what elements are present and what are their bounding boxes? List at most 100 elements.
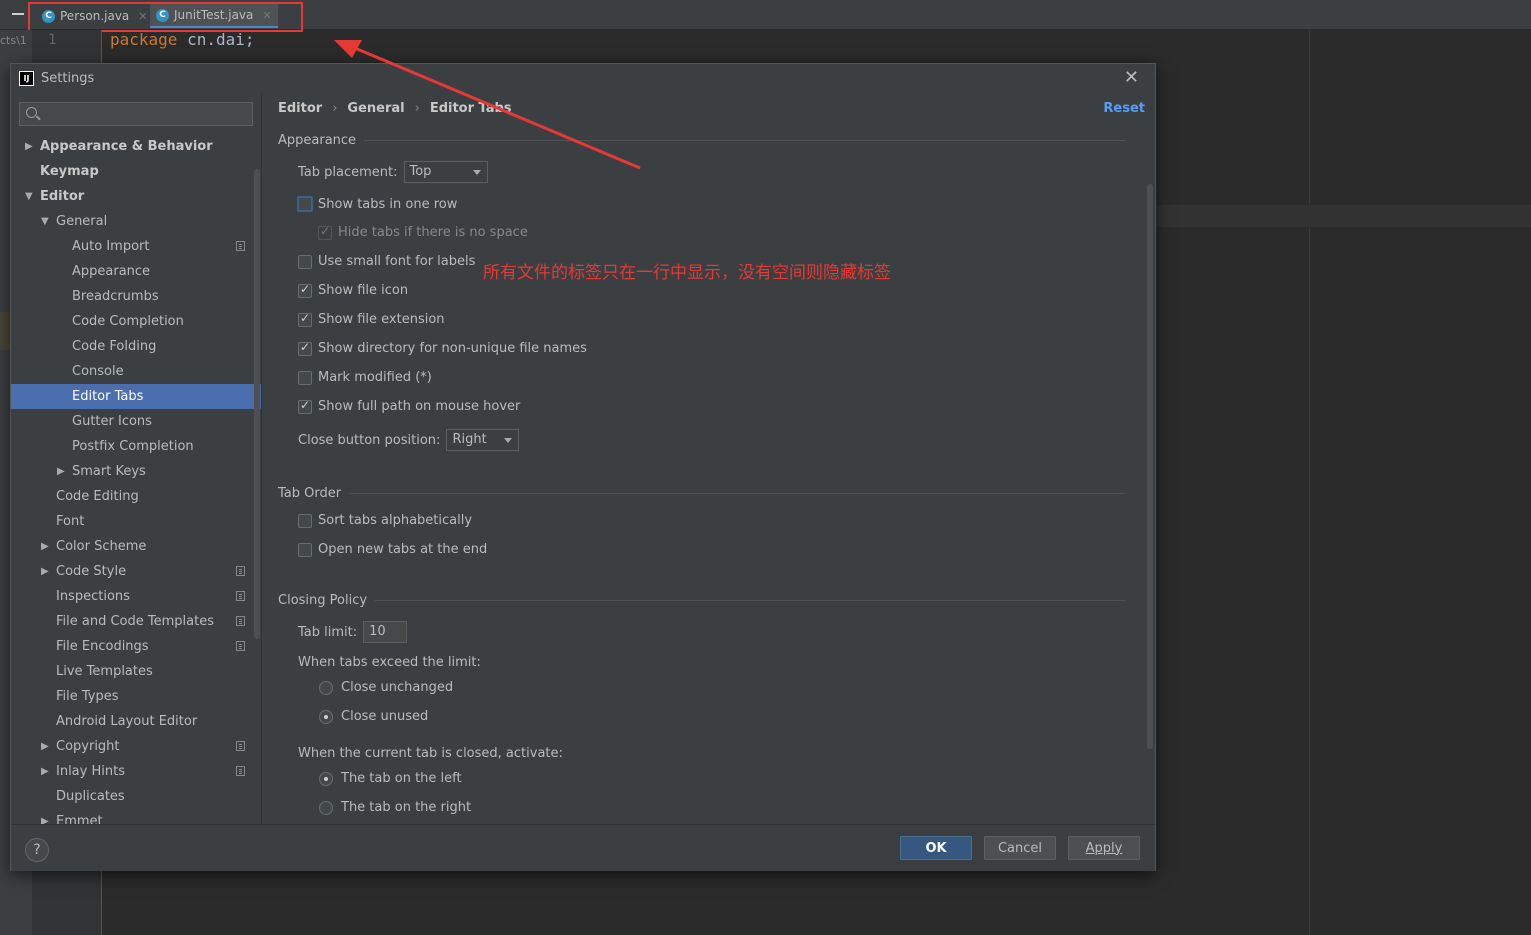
show-file-extension-option[interactable]: Show file extension	[298, 311, 445, 327]
sidebar-item-general[interactable]: ▼ General	[11, 209, 261, 234]
sidebar-item-android-layout-editor[interactable]: Android Layout Editor	[11, 709, 261, 734]
option-label: Show full path on mouse hover	[318, 399, 521, 414]
sidebar-item-breadcrumbs[interactable]: Breadcrumbs	[11, 284, 261, 309]
sidebar-item-editor-tabs[interactable]: Editor Tabs	[11, 384, 261, 409]
breadcrumb-general: General	[347, 101, 405, 116]
sidebar-item-label: Code Folding	[72, 339, 157, 354]
sidebar-item-duplicates[interactable]: Duplicates	[11, 784, 261, 809]
sidebar-item-gutter-icons[interactable]: Gutter Icons	[11, 409, 261, 434]
sidebar-item-file-encodings[interactable]: File Encodings	[11, 634, 261, 659]
sidebar-item-code-completion[interactable]: Code Completion	[11, 309, 261, 334]
sidebar-item-smart-keys[interactable]: ▶ Smart Keys	[11, 459, 261, 484]
apply-button[interactable]: Apply	[1068, 836, 1140, 860]
sidebar-item-code-style[interactable]: ▶ Code Style	[11, 559, 261, 584]
sidebar-item-keymap[interactable]: Keymap	[11, 159, 261, 184]
open-at-end-option[interactable]: Open new tabs at the end	[298, 542, 487, 557]
close-unchanged-option[interactable]: Close unchanged	[319, 680, 453, 695]
show-file-icon-option[interactable]: Show file icon	[298, 282, 409, 298]
show-full-path-option[interactable]: Show full path on mouse hover	[298, 398, 521, 414]
chevron-right-icon[interactable]: ▶	[25, 134, 33, 159]
sidebar-scrollbar[interactable]	[254, 169, 260, 639]
tool-window-marker	[0, 312, 10, 350]
tab-limit-input[interactable]: 10	[363, 621, 408, 643]
chevron-down-icon[interactable]: ▼	[41, 209, 49, 234]
sidebar-item-file-and-code-templates[interactable]: File and Code Templates	[11, 609, 261, 634]
show-file-icon-checkbox[interactable]	[298, 282, 312, 298]
option-label: Show file icon	[318, 283, 409, 298]
dialog-titlebar[interactable]: IJ Settings ✕	[11, 64, 1155, 94]
sidebar-item-inlay-hints[interactable]: ▶ Inlay Hints	[11, 759, 261, 784]
settings-sidebar: ▶ Appearance & Behavior Keymap ▼ Editor ▼ Gene…	[11, 94, 261, 824]
chevron-right-icon[interactable]: ▶	[41, 559, 49, 584]
help-button[interactable]: ?	[25, 838, 49, 862]
reset-link[interactable]: Reset	[1103, 101, 1145, 116]
small-font-option[interactable]: Use small font for labels	[298, 254, 475, 269]
show-tabs-one-row-checkbox[interactable]	[297, 196, 313, 212]
chevron-right-icon[interactable]: ▶	[41, 734, 49, 759]
option-label: Use small font for labels	[318, 254, 476, 269]
show-directory-option[interactable]: Show directory for non-unique file names	[298, 340, 587, 356]
sidebar-item-editor[interactable]: ▼ Editor	[11, 184, 261, 209]
section-title: Closing Policy	[278, 593, 368, 608]
close-button-position-dropdown[interactable]: Right	[446, 429, 520, 451]
cancel-button[interactable]: Cancel	[984, 836, 1056, 860]
sidebar-item-auto-import[interactable]: Auto Import	[11, 234, 261, 259]
sidebar-item-label: Color Scheme	[56, 539, 147, 554]
panel-scrollbar[interactable]	[1147, 184, 1153, 749]
sidebar-item-font[interactable]: Font	[11, 509, 261, 534]
close-button-position-value: Right	[452, 432, 487, 447]
sidebar-item-code-folding[interactable]: Code Folding	[11, 334, 261, 359]
close-unused-radio[interactable]	[319, 709, 333, 724]
sort-alpha-option[interactable]: Sort tabs alphabetically	[298, 513, 472, 528]
sidebar-item-copyright[interactable]: ▶ Copyright	[11, 734, 261, 759]
sidebar-item-code-editing[interactable]: Code Editing	[11, 484, 261, 509]
chevron-right-icon[interactable]: ▶	[41, 759, 49, 784]
project-settings-icon	[236, 641, 245, 651]
sidebar-item-label: Editor Tabs	[72, 389, 144, 404]
sidebar-item-console[interactable]: Console	[11, 359, 261, 384]
settings-search-input[interactable]	[19, 102, 253, 126]
close-icon[interactable]: ✕	[1124, 67, 1139, 88]
close-unchanged-radio[interactable]	[319, 680, 333, 695]
arrow-head	[334, 40, 362, 58]
sidebar-item-file-types[interactable]: File Types	[11, 684, 261, 709]
sidebar-item-appearance[interactable]: Appearance	[11, 259, 261, 284]
tab-left-option[interactable]: The tab on the left	[319, 771, 462, 786]
chevron-right-icon[interactable]: ▶	[41, 534, 49, 559]
sort-alpha-checkbox[interactable]	[298, 513, 312, 528]
open-at-end-checkbox[interactable]	[298, 542, 312, 557]
sidebar-item-color-scheme[interactable]: ▶ Color Scheme	[11, 534, 261, 559]
show-full-path-checkbox[interactable]	[298, 398, 312, 414]
sidebar-item-live-templates[interactable]: Live Templates	[11, 659, 261, 684]
search-icon	[26, 107, 37, 118]
tab-placement-value: Top	[409, 164, 432, 179]
chevron-right-icon[interactable]: ▶	[41, 809, 49, 824]
sidebar-item-label: Keymap	[40, 164, 99, 179]
tab-placement-dropdown[interactable]: Top	[403, 161, 488, 183]
tab-right-radio[interactable]	[319, 800, 333, 815]
show-file-extension-checkbox[interactable]	[298, 311, 312, 327]
sidebar-item-label: Inspections	[56, 589, 130, 604]
mark-modified-checkbox[interactable]	[298, 370, 312, 385]
sidebar-item-inspections[interactable]: Inspections	[11, 584, 261, 609]
tab-left-radio[interactable]	[319, 771, 333, 786]
sidebar-item-emmet[interactable]: ▶ Emmet	[11, 809, 261, 824]
show-directory-checkbox[interactable]	[298, 340, 312, 356]
right-margin-guide	[1309, 30, 1310, 935]
breadcrumb-separator: ›	[332, 101, 338, 116]
chevron-right-icon[interactable]: ▶	[57, 459, 65, 484]
breadcrumb-editor: Editor	[278, 101, 323, 116]
code-line[interactable]: package cn.dai;	[110, 30, 255, 49]
chevron-down-icon[interactable]: ▼	[25, 184, 33, 209]
ok-button[interactable]: OK	[900, 836, 972, 860]
minimize-icon[interactable]	[12, 13, 24, 15]
close-unused-option[interactable]: Close unused	[319, 709, 428, 724]
tab-right-option[interactable]: The tab on the right	[319, 800, 471, 815]
small-font-checkbox[interactable]	[298, 254, 312, 269]
sidebar-item-label: Code Completion	[72, 314, 184, 329]
show-tabs-one-row-option[interactable]: Show tabs in one row	[297, 196, 457, 212]
sidebar-item-appearance-behavior[interactable]: ▶ Appearance & Behavior	[11, 134, 261, 159]
tabs-highlight-box	[28, 2, 303, 32]
sidebar-item-postfix-completion[interactable]: Postfix Completion	[11, 434, 261, 459]
mark-modified-option[interactable]: Mark modified (*)	[298, 370, 432, 385]
